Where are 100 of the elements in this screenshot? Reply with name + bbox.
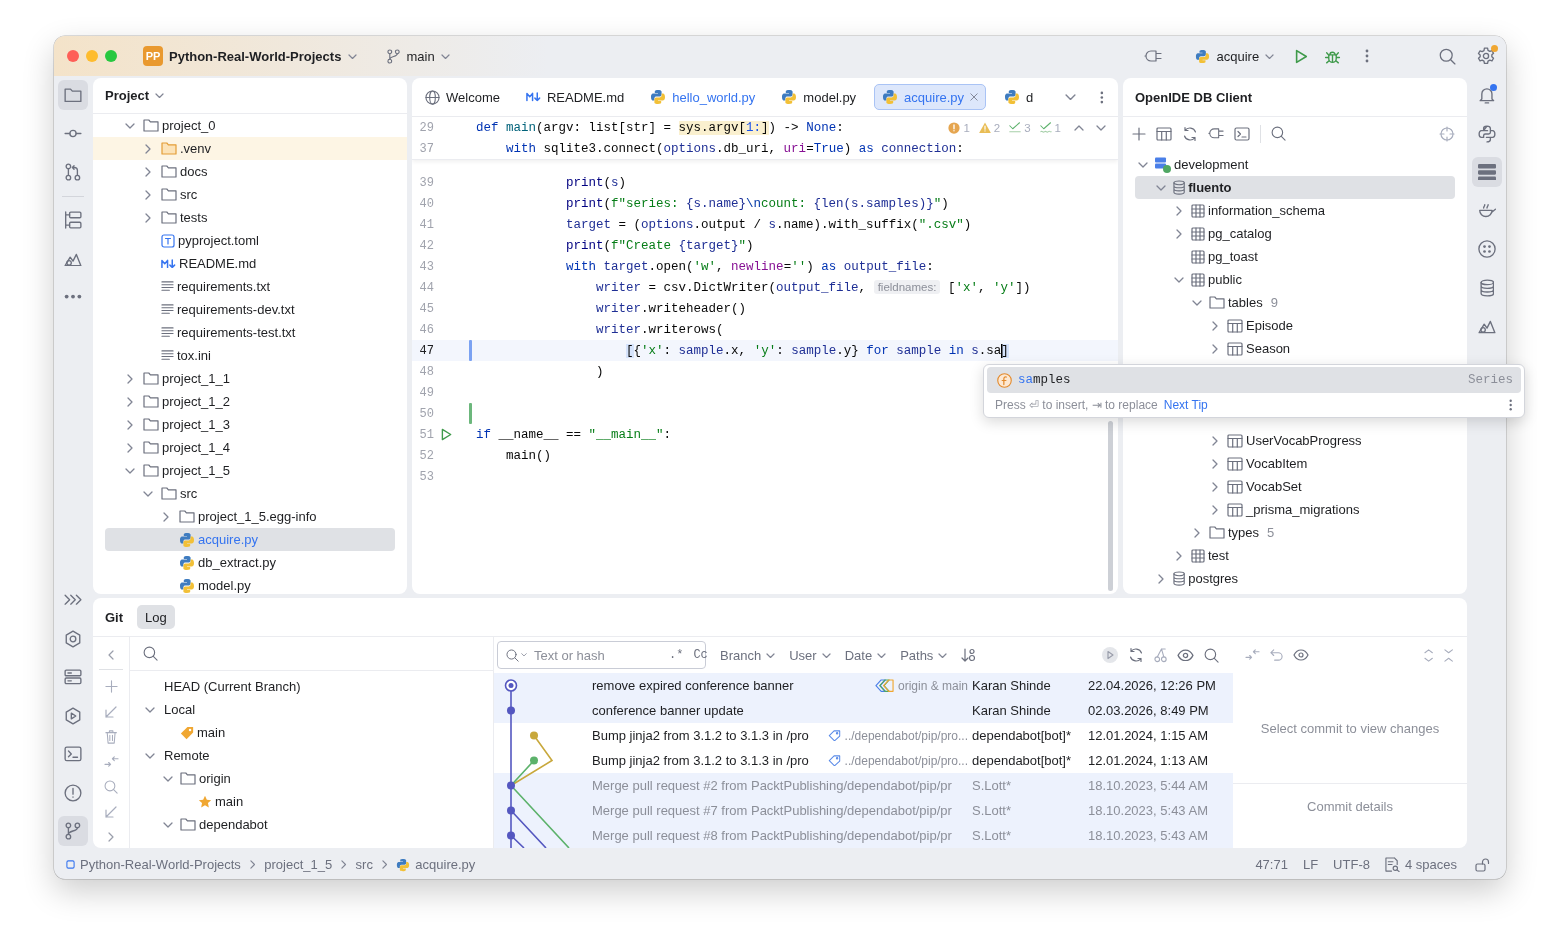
arrows-icon[interactable] — [1245, 648, 1260, 662]
caret-position[interactable]: 47:71 — [1255, 857, 1288, 872]
chevron-down-icon[interactable] — [145, 706, 155, 713]
tree-item[interactable]: src — [105, 183, 395, 206]
tree-item[interactable]: requirements.txt — [105, 275, 395, 298]
tree-item[interactable]: development — [1135, 153, 1455, 176]
search-field[interactable]: Text or hash .* Cc — [497, 641, 706, 669]
play-icon[interactable] — [1101, 647, 1118, 663]
chevron-down-icon[interactable] — [1192, 299, 1202, 306]
breadcrumb[interactable]: Python-Real-World-Projects — [66, 857, 241, 872]
tree-item[interactable]: db_extract.py — [105, 551, 395, 574]
tree-item[interactable]: VocabItem — [1135, 452, 1455, 475]
breadcrumb[interactable]: acquire.py — [396, 857, 476, 872]
branch-item[interactable]: dependabot — [130, 813, 493, 836]
chevron-right-icon[interactable] — [145, 212, 151, 223]
breadcrumb[interactable]: project_1_5 — [264, 857, 333, 872]
tree-item[interactable]: pg_catalog — [1135, 222, 1455, 245]
breadcrumb[interactable]: src — [355, 857, 373, 872]
editor-tab[interactable]: README.md — [517, 84, 633, 110]
chevron-right-icon[interactable] — [1176, 205, 1182, 216]
console-icon[interactable] — [1234, 126, 1250, 141]
tree-item[interactable]: fluento — [1135, 176, 1455, 199]
filter-dropdown[interactable]: Paths — [900, 647, 948, 663]
editor-tab[interactable]: model.py — [773, 84, 865, 110]
refresh-icon[interactable] — [1182, 125, 1198, 142]
panel-title-dropdown[interactable]: Project — [105, 88, 165, 103]
project-dropdown[interactable]: Python-Real-World-Projects — [169, 48, 358, 64]
tool-window-button[interactable] — [58, 80, 88, 110]
filter-dropdown[interactable]: User — [789, 647, 831, 663]
play-icon[interactable] — [1295, 48, 1308, 64]
cherries-icon[interactable] — [1153, 647, 1167, 663]
tree-item[interactable]: README.md — [105, 252, 395, 275]
branch-item[interactable]: HEAD (Current Branch) — [130, 675, 493, 698]
tree-item[interactable]: project_1_1 — [105, 367, 395, 390]
chevron-down-icon[interactable] — [125, 122, 135, 129]
plus-icon[interactable] — [104, 680, 118, 693]
tree-item[interactable]: model.py — [105, 574, 395, 594]
chevron-right-icon[interactable] — [127, 396, 133, 407]
line-ending[interactable]: LF — [1302, 857, 1319, 872]
search-icon[interactable] — [1439, 47, 1456, 65]
next-tip-link[interactable]: Next Tip — [1163, 398, 1208, 412]
filter-dropdown[interactable]: Date — [844, 647, 887, 663]
chevron-up-icon[interactable] — [1074, 124, 1084, 131]
more-icon[interactable] — [1508, 399, 1512, 411]
sort-icon[interactable] — [961, 648, 976, 662]
tree-item[interactable]: .venv — [93, 137, 407, 160]
tree-item[interactable]: project_1_2 — [105, 390, 395, 413]
chevron-right-icon[interactable] — [1212, 343, 1218, 354]
arrow-icon[interactable] — [105, 805, 117, 818]
tab[interactable]: Log — [137, 605, 175, 629]
tree-item[interactable]: requirements-test.txt — [105, 321, 395, 344]
chevron-down-icon[interactable] — [1065, 93, 1077, 101]
close-icon[interactable] — [67, 50, 79, 62]
tree-item[interactable]: UserVocabProgress — [1135, 429, 1455, 452]
arrows-icon[interactable] — [103, 754, 119, 769]
chevron-right-icon[interactable] — [127, 442, 133, 453]
arrow-icon[interactable] — [105, 705, 117, 718]
tree-item[interactable]: Episode — [1135, 314, 1455, 337]
refresh-icon[interactable] — [1127, 647, 1144, 663]
chevron-right-icon[interactable] — [163, 511, 169, 522]
close-icon[interactable] — [970, 93, 979, 101]
more-icon[interactable] — [1100, 90, 1104, 104]
tree-item[interactable]: _prisma_migrations — [1135, 498, 1455, 521]
indent-setting[interactable]: 4 spaces — [1384, 857, 1457, 872]
eye-icon[interactable] — [1293, 649, 1309, 661]
tree-item[interactable]: pg_toast — [1135, 245, 1455, 268]
branch-item[interactable]: Local — [130, 698, 493, 721]
chevron-right-icon[interactable] — [1158, 573, 1164, 584]
undo-icon[interactable] — [1270, 648, 1283, 662]
chevron-down-icon[interactable] — [163, 821, 173, 828]
chevron-right-icon[interactable] — [145, 166, 151, 177]
tree-item[interactable]: tox.ini — [105, 344, 395, 367]
table-icon[interactable] — [1156, 126, 1172, 141]
commit-row[interactable]: remove expired conference banner origin & main Karan Shinde 22.04.2026, 12:26 PM — [584, 673, 1233, 698]
completion-item[interactable]: samples Series — [987, 367, 1521, 393]
chevron-right-icon[interactable] — [1212, 320, 1218, 331]
commit-row[interactable]: Bump jinja2 from 3.1.2 to 3.1.3 in /pro ../dependabot/pip/pro... dependabot[bot]* 12.01.2024, 1:13 AM — [584, 748, 1233, 773]
tree-item[interactable]: requirements-dev.txt — [105, 298, 395, 321]
tree-item[interactable]: information_schema — [1135, 199, 1455, 222]
tree-item[interactable]: project_1_4 — [105, 436, 395, 459]
tree-item[interactable]: postgres — [1135, 567, 1455, 590]
more-icon[interactable] — [1365, 49, 1369, 63]
settings-icon[interactable] — [1477, 47, 1495, 65]
branch-item[interactable]: origin — [130, 767, 493, 790]
eye-icon[interactable] — [1177, 648, 1194, 662]
chevron-right-icon[interactable] — [1212, 435, 1218, 446]
tree-item[interactable]: docs — [105, 160, 395, 183]
crosshair-icon[interactable] — [1439, 125, 1455, 142]
run-config-dropdown[interactable]: acquire — [1195, 48, 1275, 64]
chevron-right-icon[interactable] — [1176, 228, 1182, 239]
search-icon[interactable] — [143, 646, 158, 661]
tree-item[interactable]: tests — [105, 206, 395, 229]
editor-tab[interactable]: Welcome — [417, 84, 508, 110]
chevron-down-icon[interactable] — [125, 467, 135, 474]
tree-item[interactable]: project_1_3 — [105, 413, 395, 436]
chevron-right-icon[interactable] — [1212, 504, 1218, 515]
chevron-right-icon[interactable] — [1212, 458, 1218, 469]
expand-icon[interactable] — [1424, 648, 1434, 662]
search-icon[interactable] — [1271, 126, 1286, 141]
branch-item[interactable]: Remote — [130, 744, 493, 767]
